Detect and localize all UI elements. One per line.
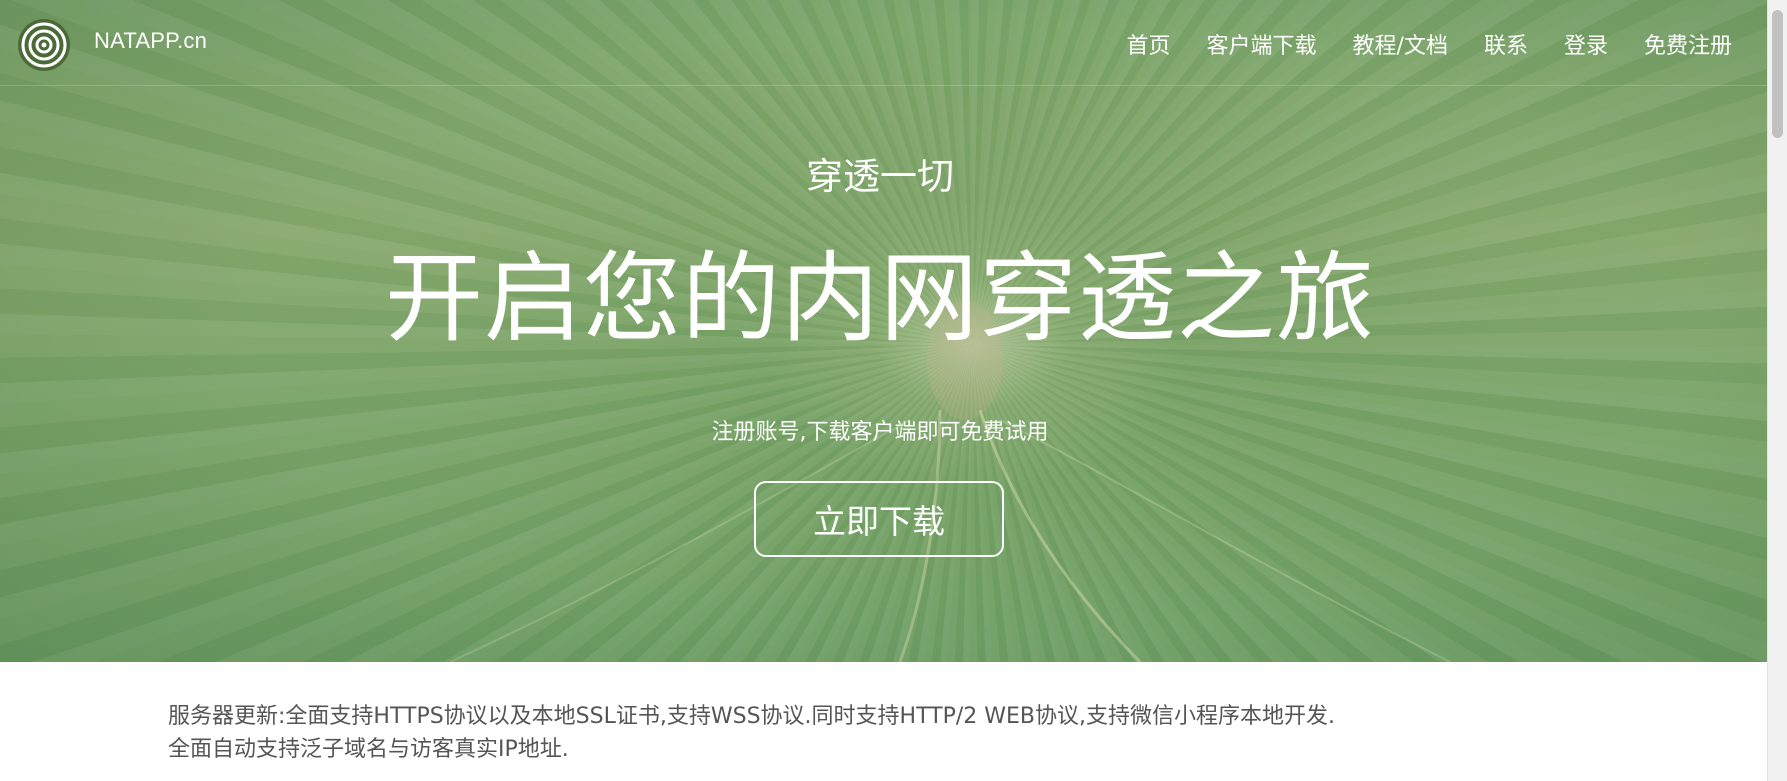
top-navbar: NATAPP.cn 首页 客户端下载 教程/文档 联系 登录 免费注册 [0, 0, 1767, 86]
notice-line: 服务器更新:全面支持HTTPS协议以及本地SSL证书,支持WSS协议.同时支持H… [168, 704, 1335, 729]
nav-item-contact[interactable]: 联系 [1484, 28, 1528, 60]
notice-line: 全面自动支持泛子域名与访客真实IP地址. [168, 737, 569, 762]
main-nav: 首页 客户端下载 教程/文档 联系 登录 免费注册 [1091, 28, 1733, 60]
concentric-rings-logo-icon[interactable] [17, 18, 71, 72]
page: NATAPP.cn 首页 客户端下载 教程/文档 联系 登录 免费注册 穿透一切… [0, 0, 1787, 781]
brand-link[interactable]: NATAPP.cn [94, 28, 207, 54]
nav-item-tutorials-docs[interactable]: 教程/文档 [1353, 28, 1448, 60]
page-scrollbar[interactable] [1767, 0, 1787, 781]
hero-headline: 开启您的内网穿透之旅 [384, 242, 1375, 356]
server-update-notice: 服务器更新:全面支持HTTPS协议以及本地SSL证书,支持WSS协议.同时支持H… [168, 700, 1335, 766]
nav-item-client-download[interactable]: 客户端下载 [1207, 28, 1317, 60]
nav-item-home[interactable]: 首页 [1127, 28, 1171, 60]
nav-item-register[interactable]: 免费注册 [1644, 28, 1732, 60]
download-now-button[interactable]: 立即下载 [754, 481, 1004, 557]
hero-subtitle: 注册账号,下载客户端即可免费试用 [711, 420, 1049, 445]
scrollbar-thumb[interactable] [1772, 10, 1783, 138]
nav-item-login[interactable]: 登录 [1564, 28, 1608, 60]
hero-kicker: 穿透一切 [806, 155, 954, 198]
